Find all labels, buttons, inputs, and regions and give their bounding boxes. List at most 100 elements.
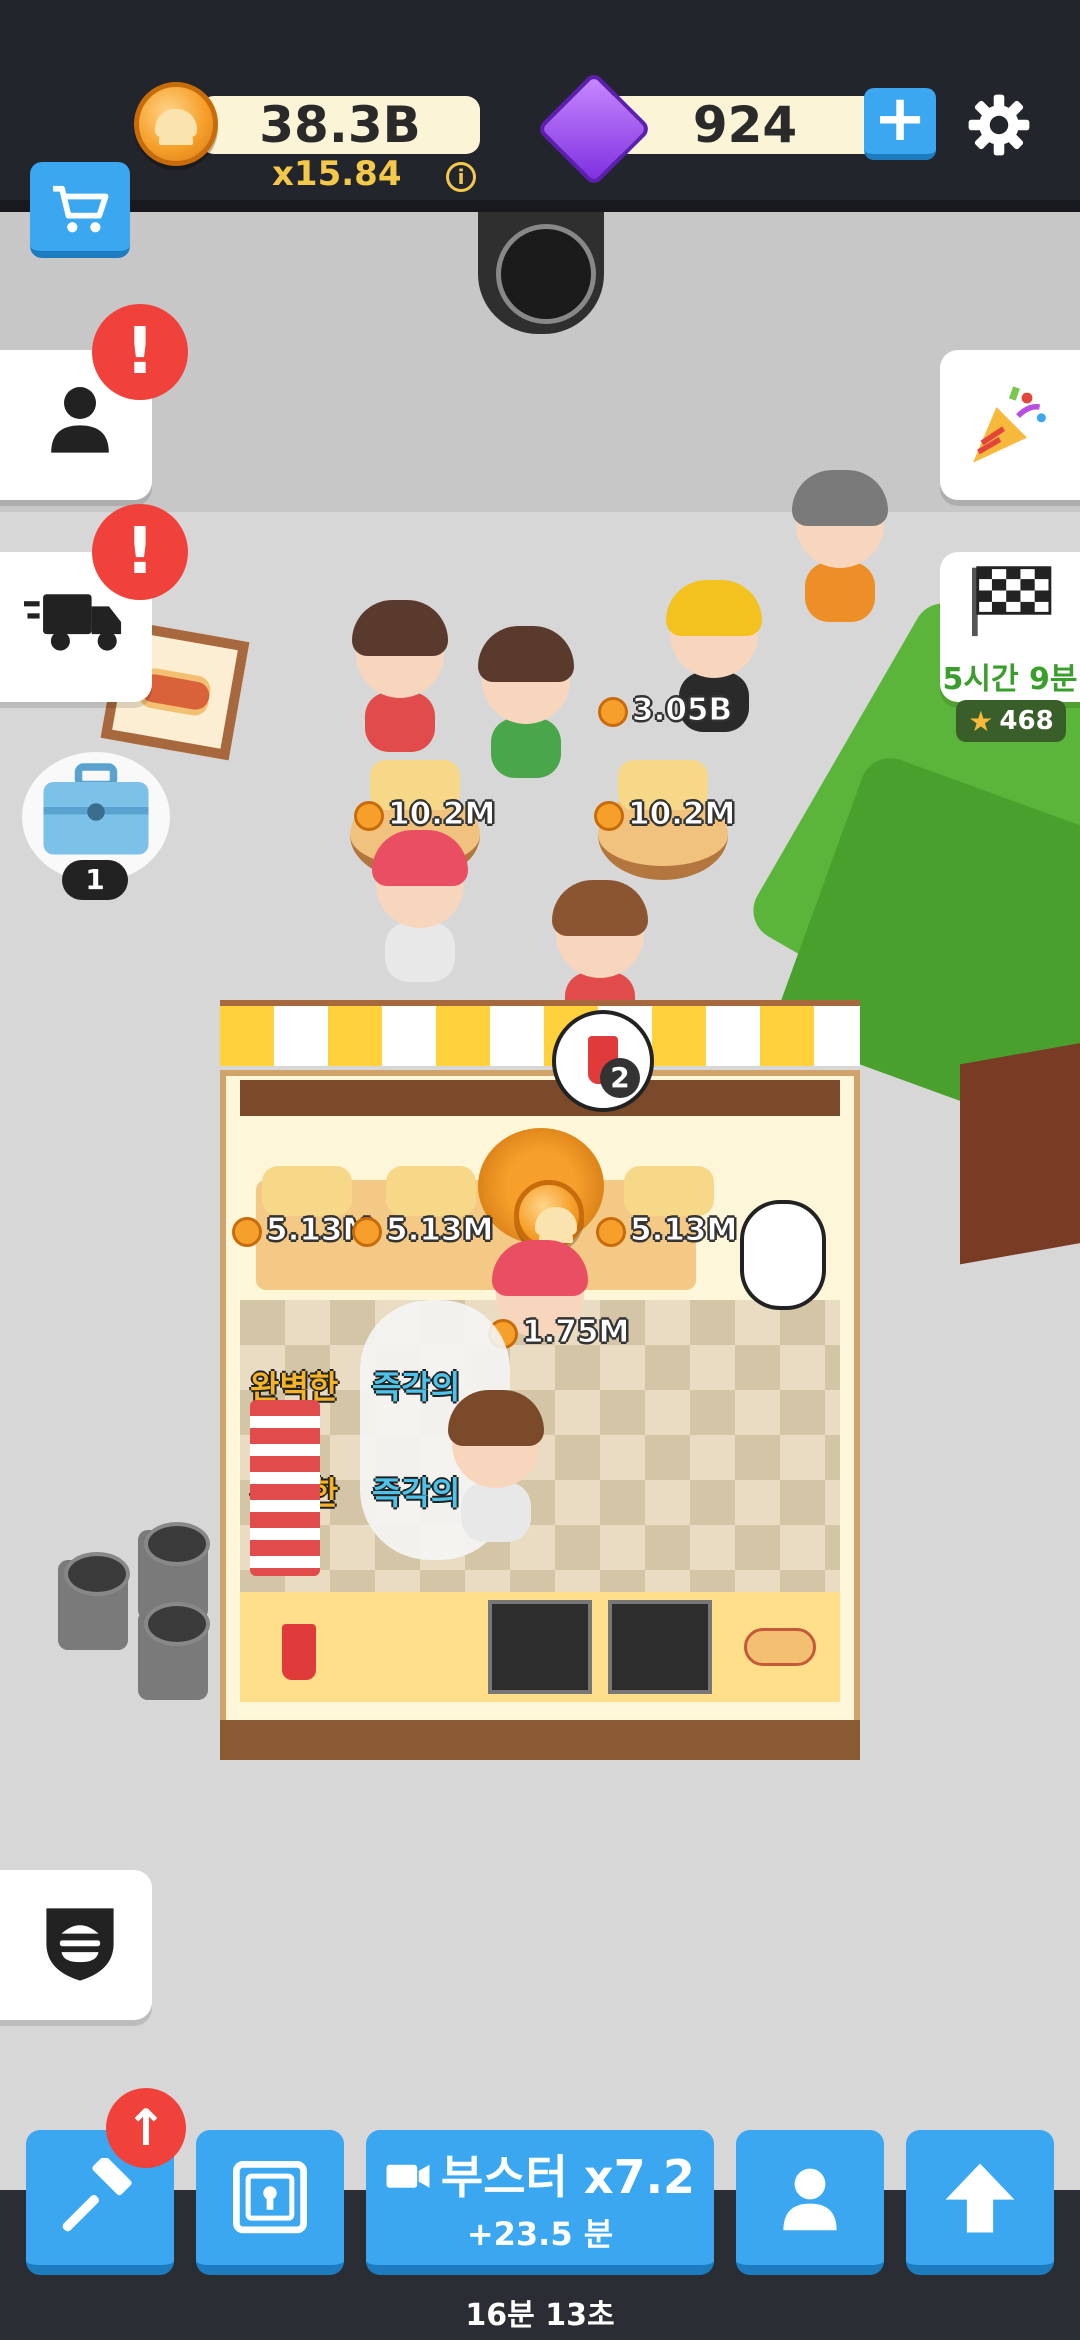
coin-counter: 38.3B (200, 96, 480, 154)
race-button[interactable]: 5시간 9분 (940, 552, 1080, 702)
counter-food (386, 1166, 476, 1216)
event-button[interactable] (940, 350, 1080, 500)
counter-amount: 5.13M (352, 1212, 494, 1249)
suitcase-icon (43, 763, 149, 855)
shop-button[interactable] (30, 162, 130, 258)
star-icon: ★ (968, 704, 994, 738)
customer-head (552, 880, 648, 978)
customer-body (805, 562, 875, 622)
booster-label: 부스터 x7.2 (440, 2149, 696, 2204)
order-count: 2 (600, 1058, 640, 1098)
customer-coin-value: 3.05B (631, 692, 733, 729)
grill-station[interactable] (608, 1600, 712, 1694)
tree-trunk (960, 1039, 1080, 1265)
chef-head (448, 1390, 544, 1488)
party-popper-icon (973, 386, 1046, 463)
burger-shield-icon (46, 1908, 114, 1981)
coin-icon (232, 1216, 262, 1247)
stall-back-beam (240, 1080, 840, 1116)
coin-icon (352, 1216, 382, 1247)
cashier-amount-value: 1.75M (521, 1314, 630, 1351)
arrow-up-icon (945, 2163, 1015, 2232)
coin-icon (134, 82, 218, 166)
coin-icon (354, 800, 384, 831)
coin-icon (596, 1216, 626, 1247)
cashier-amount: 1.75M (488, 1314, 630, 1351)
customer-head (478, 626, 574, 724)
gem-amount: 924 (692, 96, 798, 154)
instant-label: 즉각의 (372, 1474, 461, 1512)
race-timer: 5시간 9분 (942, 662, 1078, 697)
checkered-flag-icon (972, 566, 1052, 637)
alert-glyph: ! (125, 515, 155, 589)
customer-head (372, 830, 468, 928)
upgrade-alert-badge: ↑ (106, 2088, 186, 2168)
profile-icon (783, 2168, 837, 2230)
drink-station[interactable] (282, 1624, 316, 1680)
staff-alert-badge: ! (92, 304, 188, 400)
counter-amount-value: 5.13M (629, 1212, 738, 1249)
customer-body (491, 718, 561, 778)
customer-body (385, 922, 455, 982)
customer[interactable] (352, 600, 448, 752)
chef-body (461, 1482, 531, 1542)
order-bubble (552, 1010, 654, 1112)
suitcase-count: 1 (85, 863, 105, 896)
customer[interactable] (478, 626, 574, 778)
booster-sub: +23.5 분 (466, 2214, 614, 2253)
customer-head (352, 600, 448, 698)
counter-food (624, 1166, 714, 1216)
buy-gems-button[interactable]: + (864, 87, 936, 160)
grill-station[interactable] (488, 1600, 592, 1694)
table-amount: 10.2M (594, 796, 736, 833)
hammer-icon (62, 2157, 132, 2231)
table-amount-value: 10.2M (387, 796, 496, 833)
arrow-up-icon: ↑ (125, 2099, 167, 2157)
video-icon (386, 2164, 430, 2188)
trash-bin[interactable] (58, 1552, 130, 1650)
chef[interactable] (448, 1390, 544, 1542)
customer-coin-label: 3.05B (598, 692, 733, 729)
stall-base (220, 1720, 860, 1760)
booster-button[interactable]: 부스터 x7.2 +23.5 분 (366, 2130, 714, 2275)
trash-bin[interactable] (138, 1602, 210, 1700)
sewer-pipe (478, 212, 604, 334)
safe-icon (233, 2160, 307, 2233)
counter-amount: 5.13M (596, 1212, 738, 1249)
coin-icon (594, 800, 624, 831)
coin-amount: 38.3B (259, 96, 421, 154)
plus-glyph: + (873, 82, 927, 156)
customer-head (792, 470, 888, 568)
truck-icon (24, 594, 122, 651)
info-glyph: i (457, 165, 465, 189)
race-stars-badge: ★ 468 (956, 700, 1066, 742)
table-amount-value: 10.2M (627, 796, 736, 833)
customer[interactable] (792, 470, 888, 622)
customer-body (365, 692, 435, 752)
ticket-stack (250, 1400, 320, 1576)
coin-icon (598, 696, 628, 727)
counter-food (262, 1166, 352, 1216)
income-multiplier: x15.84 (272, 154, 402, 194)
profile-button[interactable] (736, 2130, 884, 2275)
customer-head (666, 580, 762, 678)
instant-label: 즉각의 (372, 1368, 461, 1406)
alert-glyph: ! (125, 315, 155, 389)
customer[interactable] (372, 830, 468, 982)
race-stars: 468 (999, 706, 1054, 736)
vault-button[interactable] (196, 2130, 344, 2275)
session-timer: 16분 13초 (465, 2298, 615, 2333)
booster-title-row: 부스터 x7.2 (385, 2141, 695, 2207)
stall-awning (220, 1000, 860, 1066)
table-amount: 10.2M (354, 796, 496, 833)
level-up-button[interactable] (906, 2130, 1054, 2275)
suitcase-count-badge: 1 (62, 860, 128, 900)
panda-mascot[interactable] (740, 1200, 826, 1310)
counter-amount-value: 5.13M (385, 1212, 494, 1249)
gear-icon[interactable] (966, 92, 1032, 158)
burger-shield-button[interactable] (0, 1870, 152, 2020)
info-icon[interactable]: i (446, 162, 476, 192)
hotdog-station[interactable] (744, 1628, 816, 1666)
delivery-alert-badge: ! (92, 504, 188, 600)
top-hud-edge (0, 200, 1080, 212)
